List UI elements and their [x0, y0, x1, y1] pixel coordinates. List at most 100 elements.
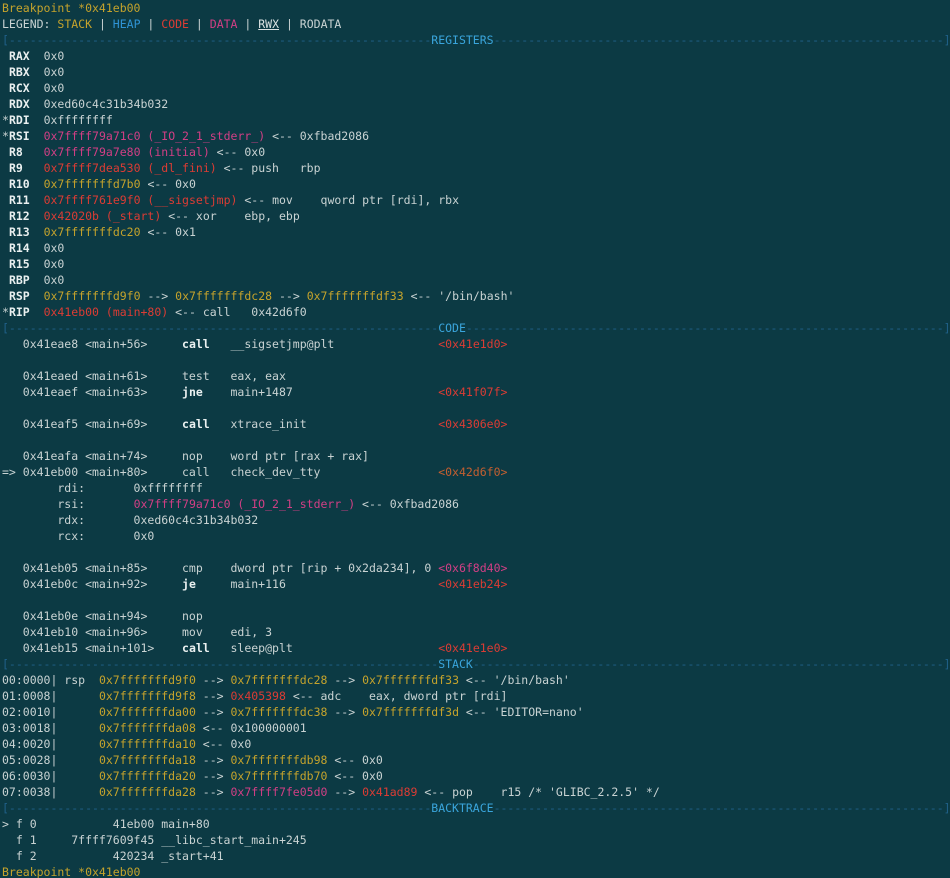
register-row-r8: R8 0x7ffff79a7e80 (initial) <-- 0x0: [2, 144, 950, 160]
text-segment: 0x0: [30, 241, 65, 255]
text-segment: R9: [9, 161, 23, 175]
text-segment: [30, 129, 44, 143]
text-segment: <0x41e1d0>: [438, 337, 507, 351]
text-segment: sleep@plt: [210, 641, 438, 655]
text-segment: f 1 7ffff7609f45 __libc_start_main+245: [2, 833, 307, 847]
text-segment: 02:0010|: [2, 705, 99, 719]
text-segment: -->: [196, 769, 231, 783]
text-segment: RSP: [9, 289, 30, 303]
text-segment: 0x7fffffffda28: [99, 785, 196, 799]
text-segment: CODE: [161, 17, 189, 31]
text-segment: 0x7fffffffda10: [99, 737, 196, 751]
text-segment: RIP: [9, 305, 30, 319]
text-segment: 00:0000| rsp: [2, 673, 99, 687]
call-arg-rdx: rdx: 0xed60c4c31b34b032: [2, 512, 950, 528]
text-segment: *: [2, 129, 9, 143]
text-segment: <0x42d6f0>: [438, 465, 507, 479]
text-segment: <-- '/bin/bash': [404, 289, 515, 303]
disasm-row-0x41eaed: 0x41eaed <main+61> test eax, eax: [2, 368, 950, 384]
text-segment: <-- 0x0: [327, 753, 382, 767]
text-segment: jne: [182, 385, 203, 399]
text-segment: | RODATA: [279, 17, 341, 31]
text-segment: call: [182, 417, 210, 431]
text-segment: 0x0: [30, 65, 65, 79]
text-segment: 0x41eaef <main+63>: [2, 385, 182, 399]
text-segment: <-- 0x0: [210, 145, 265, 159]
disasm-row-0x41eb05: 0x41eb05 <main+85> cmp dword ptr [rip + …: [2, 560, 950, 576]
text-segment: 0x7fffffffdf3d: [362, 705, 459, 719]
text-segment: 0x7fffffffdb98: [231, 753, 328, 767]
text-segment: 0x7ffff79a71c0 (_IO_2_1_stderr_): [134, 497, 356, 511]
text-segment: 06:0030|: [2, 769, 99, 783]
text-segment: 0x7fffffffda08: [99, 721, 196, 735]
text-segment: xtrace_init: [210, 417, 438, 431]
register-row-r14: R14 0x0: [2, 240, 950, 256]
stack-row-06: 06:0030| 0x7fffffffda20 --> 0x7fffffffdb…: [2, 768, 950, 784]
section-label: CODE: [438, 321, 466, 335]
text-segment: > f 0 41eb00 main+80: [2, 817, 210, 831]
divider-dashes: [---------------------------------------…: [2, 33, 431, 47]
register-row-r15: R15 0x0: [2, 256, 950, 272]
gdb-pwndbg-terminal[interactable]: Breakpoint *0x41eb00 LEGEND: STACK | HEAP…: [0, 0, 950, 878]
text-segment: <-- 0x100000001: [196, 721, 307, 735]
text-segment: 04:0020|: [2, 737, 99, 751]
text-segment: call: [182, 337, 210, 351]
text-segment: __sigsetjmp@plt: [210, 337, 438, 351]
register-row-rsp: RSP 0x7fffffffd9f0 --> 0x7fffffffdc28 --…: [2, 288, 950, 304]
text-segment: 0x41eb0c <main+92>: [2, 577, 182, 591]
text-segment: 03:0018|: [2, 721, 99, 735]
register-row-rax: RAX 0x0: [2, 48, 950, 64]
text-segment: <-- xor ebp, ebp: [161, 209, 299, 223]
text-segment: 0x41eaed <main+61> test eax, eax: [2, 369, 286, 383]
blank-line: [2, 592, 950, 608]
text-segment: [2, 65, 9, 79]
text-segment: 0x41eb15 <main+101>: [2, 641, 182, 655]
backtrace-frame-2: f 2 420234 _start+41: [2, 848, 950, 864]
disasm-row-0x41eaef: 0x41eaef <main+63> jne main+1487 <0x41f0…: [2, 384, 950, 400]
text-segment: 0x7ffff761e9f0 (__sigsetjmp): [44, 193, 238, 207]
text-segment: 0x41eafa <main+74> nop word ptr [rax + r…: [2, 449, 369, 463]
text-segment: <-- 0x1: [141, 225, 196, 239]
text-segment: R8: [9, 145, 23, 159]
text-segment: RBX: [9, 65, 30, 79]
text-segment: 0x41eb00 (main+80): [44, 305, 169, 319]
register-row-r11: R11 0x7ffff761e9f0 (__sigsetjmp) <-- mov…: [2, 192, 950, 208]
register-row-r9: R9 0x7ffff7dea530 (_dl_fini) <-- push rb…: [2, 160, 950, 176]
text-segment: 0x7fffffffdc38: [231, 705, 328, 719]
text-segment: rdi: 0xffffffff: [2, 481, 203, 495]
text-segment: -->: [196, 673, 231, 687]
text-segment: R11: [9, 193, 30, 207]
section-label: BACKTRACE: [431, 801, 493, 815]
divider-dashes: ----------------------------------------…: [466, 321, 950, 335]
text-segment: Breakpoint *0x41eb00: [2, 865, 140, 878]
blank-line: [2, 352, 950, 368]
text-segment: RCX: [9, 81, 30, 95]
text-segment: 0x7ffff7dea530 (_dl_fini): [44, 161, 217, 175]
text-segment: R13: [9, 225, 30, 239]
text-segment: <-- 0xfbad2086: [355, 497, 459, 511]
text-segment: |: [189, 17, 210, 31]
text-segment: 0x0: [30, 273, 65, 287]
text-segment: [2, 289, 9, 303]
blank-line: [2, 432, 950, 448]
text-segment: 0x0: [30, 49, 65, 63]
text-segment: 0x0: [30, 257, 65, 271]
text-segment: <0x41eb24>: [438, 577, 507, 591]
text-segment: 0x7fffffffd7b0: [44, 177, 141, 191]
text-segment: 0x405398: [231, 689, 286, 703]
text-segment: [2, 209, 9, 223]
text-segment: [2, 273, 9, 287]
text-segment: 0x41ad89: [362, 785, 417, 799]
text-segment: <-- push rbp: [217, 161, 321, 175]
text-segment: 0x7fffffffd9f0: [44, 289, 141, 303]
disasm-row-0x41eb0c: 0x41eb0c <main+92> je main+116 <0x41eb24…: [2, 576, 950, 592]
text-segment: <-- mov qword ptr [rdi], rbx: [237, 193, 459, 207]
legend-bar: LEGEND: STACK | HEAP | CODE | DATA | RWX…: [2, 16, 950, 32]
call-arg-rcx: rcx: 0x0: [2, 528, 950, 544]
divider-dashes: [---------------------------------------…: [2, 801, 431, 815]
text-segment: <-- 0xfbad2086: [265, 129, 369, 143]
text-segment: R14: [9, 241, 30, 255]
text-segment: 0x7fffffffda20: [99, 769, 196, 783]
disasm-row-0x41eaf5: 0x41eaf5 <main+69> call xtrace_init <0x4…: [2, 416, 950, 432]
section-divider-stack: [---------------------------------------…: [2, 656, 950, 672]
